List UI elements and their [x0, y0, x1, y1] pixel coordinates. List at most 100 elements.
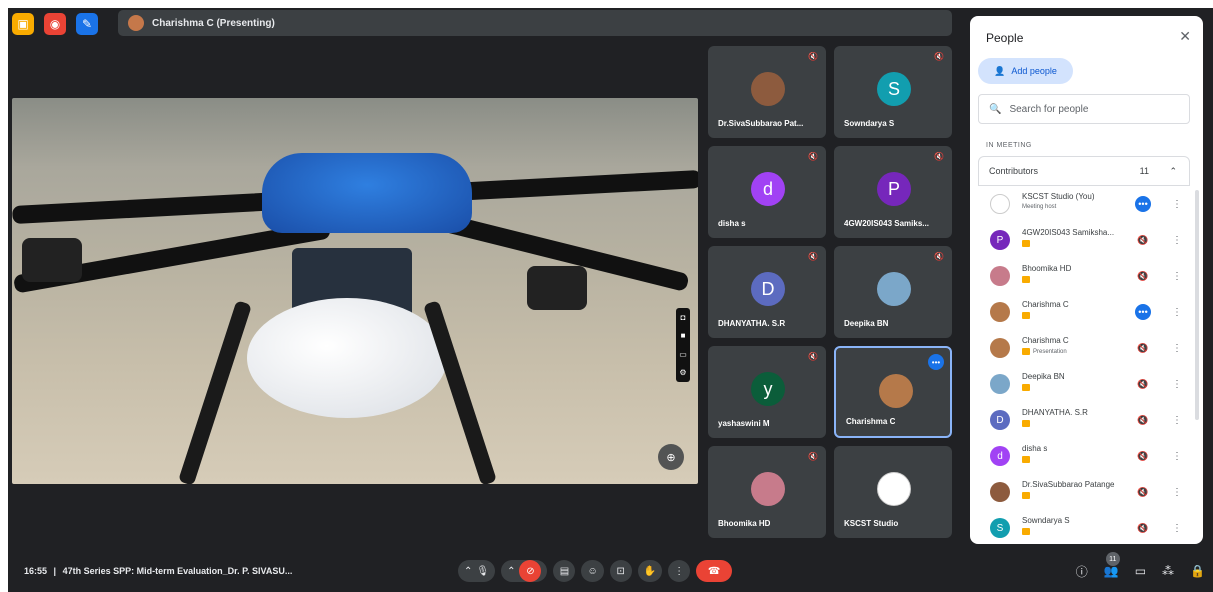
avatar: D: [751, 272, 785, 306]
presentation-tag-icon: [1022, 384, 1030, 391]
record-icon[interactable]: ◉: [44, 13, 66, 35]
list-item[interactable]: KSCST Studio (You) Meeting host ••• ⋮: [978, 186, 1190, 222]
participant-tile[interactable]: y 🔇 yashaswini M: [708, 346, 826, 438]
camera-off-icon[interactable]: ⊘: [519, 560, 542, 582]
mic-control[interactable]: ⌃ 🎙: [458, 560, 496, 582]
more-options-button[interactable]: ⋮: [668, 560, 691, 582]
add-people-button[interactable]: 👤 Add people: [978, 58, 1073, 84]
meeting-time: 16:55: [24, 566, 48, 576]
participant-tile[interactable]: d 🔇 disha s: [708, 146, 826, 238]
presentation-tag-icon: [1022, 276, 1030, 283]
camera-control[interactable]: ⌃ ⊘: [501, 560, 548, 582]
group-label: Contributors: [989, 166, 1039, 176]
info-icon[interactable]: ⓘ: [1076, 563, 1088, 580]
more-vert-icon[interactable]: ⋮: [1172, 379, 1182, 390]
list-item[interactable]: d disha s 🔇 ⋮: [978, 438, 1190, 474]
participant-name: 4GW20IS043 Samiks...: [844, 219, 929, 228]
search-people-input[interactable]: 🔍 Search for people: [978, 94, 1190, 124]
chevron-up-icon[interactable]: ⌃: [1169, 166, 1177, 177]
participant-tile[interactable]: S 🔇 Sowndarya S: [834, 46, 952, 138]
speaking-icon[interactable]: •••: [1135, 304, 1151, 320]
speaking-icon[interactable]: •••: [1135, 196, 1151, 212]
more-vert-icon[interactable]: ⋮: [1172, 415, 1182, 426]
presentation-tag-icon: [1022, 240, 1030, 247]
chat-icon[interactable]: ▭: [1135, 564, 1146, 578]
meeting-info: 16:55 | 47th Series SPP: Mid-term Evalua…: [24, 566, 292, 576]
participant-subtitle: [1022, 492, 1033, 499]
list-item[interactable]: P 4GW20IS043 Samiksha... 🔇 ⋮: [978, 222, 1190, 258]
avatar: P: [877, 172, 911, 206]
raise-hand-button[interactable]: ✋: [637, 560, 663, 582]
mic-off-icon[interactable]: 🔇: [1135, 340, 1151, 356]
list-item[interactable]: Bhoomika HD 🔇 ⋮: [978, 258, 1190, 294]
more-vert-icon[interactable]: ⋮: [1172, 523, 1182, 534]
mic-off-icon[interactable]: 🔇: [1135, 484, 1151, 500]
presentation-icon[interactable]: ▣: [12, 13, 34, 35]
participant-tile[interactable]: ••• Charishma C: [834, 346, 952, 438]
participant-name: Bhoomika HD: [718, 519, 771, 528]
mic-off-icon[interactable]: 🔇: [1135, 232, 1151, 248]
mic-off-icon[interactable]: 🔇: [1135, 412, 1151, 428]
mic-off-icon[interactable]: 🔇: [1135, 520, 1151, 536]
more-vert-icon[interactable]: ⋮: [1172, 235, 1182, 246]
participant-tile[interactable]: D 🔇 DHANYATHA. S.R: [708, 246, 826, 338]
mic-off-icon: 🔇: [808, 452, 818, 461]
separator: |: [53, 566, 57, 576]
list-item[interactable]: Dr.SivaSubbarao Patange 🔇 ⋮: [978, 474, 1190, 510]
participant-role: Presentation: [1033, 348, 1067, 355]
avatar: S: [990, 518, 1010, 538]
chevron-up-icon[interactable]: ⌃: [507, 566, 515, 577]
contributors-header[interactable]: Contributors 11 ⌃: [978, 156, 1190, 186]
host-controls-icon[interactable]: 🔒: [1190, 564, 1205, 578]
avatar: D: [990, 410, 1010, 430]
leave-call-button[interactable]: ☎: [696, 560, 733, 582]
participant-tile[interactable]: P 🔇 4GW20IS043 Samiks...: [834, 146, 952, 238]
more-vert-icon[interactable]: ⋮: [1172, 487, 1182, 498]
people-panel: People ✕ 👤 Add people 🔍 Search for peopl…: [970, 16, 1203, 544]
scrollbar[interactable]: [1195, 190, 1199, 420]
participant-subtitle: [1022, 276, 1033, 283]
list-item[interactable]: Charishma C ••• ⋮: [978, 294, 1190, 330]
avatar: [751, 472, 785, 506]
video-side-tools[interactable]: ◘ ■ ▭ ⚙: [676, 308, 690, 382]
participant-tile[interactable]: 🔇 Dr.SivaSubbarao Pat...: [708, 46, 826, 138]
participant-name: KSCST Studio: [844, 519, 899, 528]
settings-icon[interactable]: ⚙: [679, 368, 686, 377]
participant-subtitle: [1022, 240, 1033, 247]
screen-icon[interactable]: ▭: [679, 350, 687, 359]
participant-name: yashaswini M: [718, 419, 770, 428]
captions-button[interactable]: ▤: [553, 560, 576, 582]
mic-off-icon: 🔇: [808, 152, 818, 161]
presenting-bar: Charishma C (Presenting): [118, 10, 952, 36]
participant-tile[interactable]: 🔇 Bhoomika HD: [708, 446, 826, 538]
list-item[interactable]: Charishma C Presentation 🔇 ⋮: [978, 330, 1190, 366]
mic-off-icon[interactable]: 🔇: [1135, 376, 1151, 392]
emoji-button[interactable]: ☺: [581, 560, 604, 582]
list-item[interactable]: D DHANYATHA. S.R 🔇 ⋮: [978, 402, 1190, 438]
list-item[interactable]: S Sowndarya S 🔇 ⋮: [978, 510, 1190, 544]
list-item[interactable]: Deepika BN 🔇 ⋮: [978, 366, 1190, 402]
close-icon[interactable]: ✕: [1179, 28, 1191, 45]
camera-icon[interactable]: ◘: [681, 313, 686, 322]
mic-off-icon[interactable]: 🔇: [1135, 268, 1151, 284]
bottom-bar: 16:55 | 47th Series SPP: Mid-term Evalua…: [8, 550, 1213, 592]
participant-tile[interactable]: 🔇 Deepika BN: [834, 246, 952, 338]
participant-grid: 🔇 Dr.SivaSubbarao Pat... S 🔇 Sowndarya S d 🔇 di…: [708, 46, 952, 538]
whiteboard-icon[interactable]: ✎: [76, 13, 98, 35]
people-button[interactable]: 👥 11: [1104, 552, 1120, 578]
more-vert-icon[interactable]: ⋮: [1172, 307, 1182, 318]
mic-icon[interactable]: 🎙: [476, 566, 489, 577]
mic-off-icon: 🔇: [808, 52, 818, 61]
mic-off-icon[interactable]: 🔇: [1135, 448, 1151, 464]
more-vert-icon[interactable]: ⋮: [1172, 343, 1182, 354]
more-vert-icon[interactable]: ⋮: [1172, 451, 1182, 462]
participant-tile[interactable]: KSCST Studio: [834, 446, 952, 538]
zoom-icon[interactable]: ⊕: [658, 444, 684, 470]
more-vert-icon[interactable]: ⋮: [1172, 199, 1182, 210]
participant-name: 4GW20IS043 Samiksha...: [1022, 228, 1115, 237]
present-button[interactable]: ⊡: [609, 560, 632, 582]
chevron-up-icon[interactable]: ⌃: [464, 566, 472, 577]
more-vert-icon[interactable]: ⋮: [1172, 271, 1182, 282]
activities-icon[interactable]: ⁂: [1162, 564, 1174, 578]
video-icon[interactable]: ■: [681, 331, 686, 340]
